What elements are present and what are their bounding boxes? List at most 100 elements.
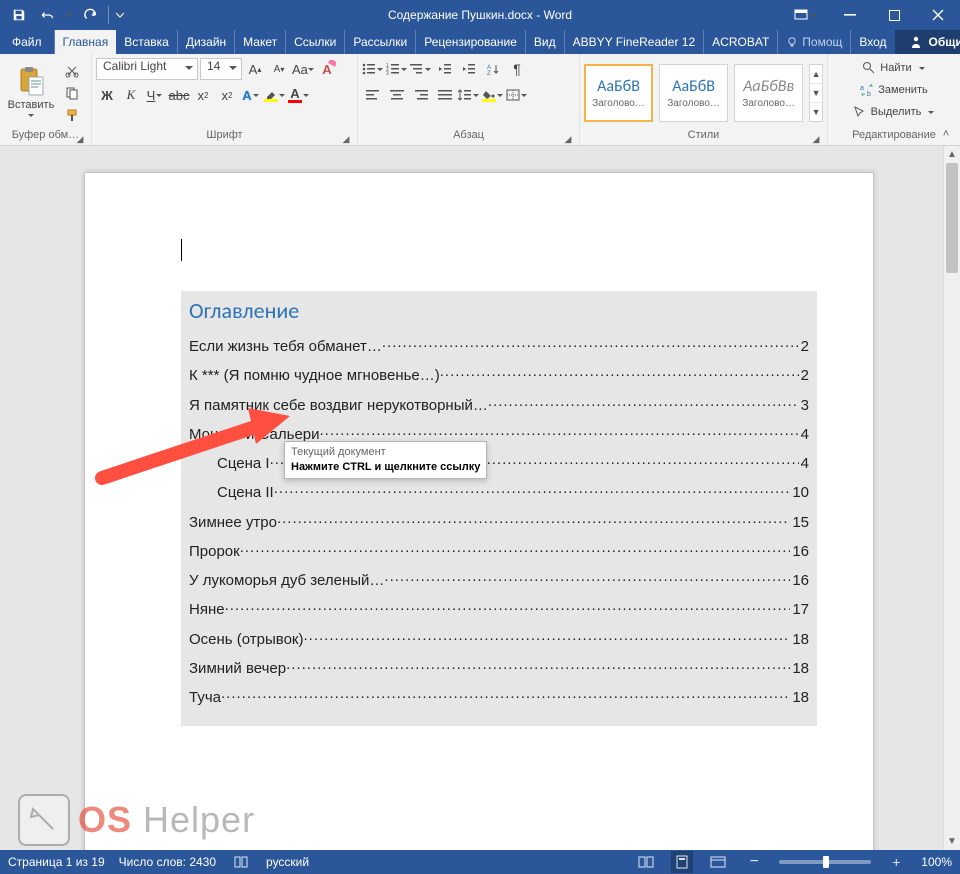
strike-button[interactable]: abc (168, 84, 190, 106)
close-button[interactable] (916, 0, 960, 30)
align-justify-button[interactable] (434, 84, 456, 106)
styles-gallery-scroll: ▲ ▼ ▼ (809, 64, 823, 122)
toc-entry[interactable]: Няне 17 (189, 595, 809, 624)
outdent-button[interactable] (434, 58, 456, 80)
vertical-scrollbar[interactable]: ▲ ▼ (943, 146, 960, 850)
shading-button[interactable] (482, 84, 504, 106)
styles-expand[interactable]: ▼ (810, 103, 822, 121)
para-launcher[interactable]: ◢ (563, 134, 573, 144)
cut-button[interactable] (62, 62, 82, 80)
styles-launcher[interactable]: ◢ (811, 134, 821, 144)
align-right-button[interactable] (410, 84, 432, 106)
toc-entry[interactable]: Зимнее утро 15 (189, 508, 809, 537)
toc-entry[interactable]: Зимний вечер 18 (189, 654, 809, 683)
style-card-2[interactable]: АаБбВвЗаголово… (734, 64, 803, 122)
toc-entry[interactable]: У лукоморья дуб зеленый… 16 (189, 566, 809, 595)
paste-button[interactable]: Вставить (4, 65, 58, 120)
tab-file[interactable]: Файл (0, 30, 55, 54)
replace-button[interactable]: abЗаменить (856, 80, 931, 100)
font-name-select[interactable]: Calibri Light (96, 58, 198, 80)
collapse-ribbon-button[interactable]: ˄ (938, 126, 954, 142)
clipboard-launcher[interactable]: ◢ (75, 134, 85, 144)
bullets-button[interactable] (362, 58, 384, 80)
status-language[interactable]: русский (266, 855, 309, 869)
scroll-up-button[interactable]: ▲ (944, 146, 960, 163)
bold-button[interactable]: Ж (96, 84, 118, 106)
toc-entry[interactable]: Пророк16 (189, 537, 809, 566)
toc-entry[interactable]: К *** (Я помню чудное мгновенье…)2 (189, 361, 809, 390)
show-marks-button[interactable]: ¶ (506, 58, 528, 80)
tell-me-button[interactable]: Помощ (778, 30, 851, 54)
multilevel-button[interactable] (410, 58, 432, 80)
font-launcher[interactable]: ◢ (341, 134, 351, 144)
styles-scroll-down[interactable]: ▼ (810, 84, 822, 103)
underline-button[interactable]: Ч (144, 84, 166, 106)
status-page[interactable]: Страница 1 из 19 (8, 855, 105, 869)
redo-button[interactable] (78, 3, 104, 27)
grow-font-button[interactable]: A▴ (244, 58, 266, 80)
indent-button[interactable] (458, 58, 480, 80)
change-case-button[interactable]: Aa (292, 58, 314, 80)
toc-entry[interactable]: Осень (отрывок) 18 (189, 625, 809, 654)
tab-mailings[interactable]: Рассылки (345, 30, 416, 54)
document-page[interactable]: Оглавление Если жизнь тебя обманет… 2К *… (84, 172, 874, 850)
web-layout-button[interactable] (707, 851, 729, 873)
style-card-1[interactable]: АаБбВЗаголово… (659, 64, 728, 122)
scroll-track[interactable] (944, 163, 960, 833)
select-button[interactable]: Выделить (849, 102, 940, 122)
zoom-out-button[interactable]: − (743, 851, 765, 873)
print-layout-button[interactable] (671, 851, 693, 873)
share-button[interactable]: Общий доступ (895, 30, 960, 54)
undo-button[interactable] (34, 3, 60, 27)
tab-finereader[interactable]: ABBYY FineReader 12 (565, 30, 705, 54)
find-button[interactable]: Найти (858, 58, 929, 78)
toc-field[interactable]: Оглавление Если жизнь тебя обманет… 2К *… (181, 291, 817, 726)
zoom-thumb[interactable] (823, 856, 829, 868)
qat-customize-button[interactable] (113, 3, 127, 27)
save-button[interactable] (6, 3, 32, 27)
borders-button[interactable] (506, 84, 528, 106)
book-icon (233, 855, 249, 869)
tab-insert[interactable]: Вставка (116, 30, 178, 54)
zoom-in-button[interactable]: + (885, 851, 907, 873)
tab-design[interactable]: Дизайн (178, 30, 235, 54)
tab-review[interactable]: Рецензирование (416, 30, 526, 54)
zoom-value[interactable]: 100% (921, 855, 952, 869)
line-spacing-button[interactable] (458, 84, 480, 106)
shrink-font-button[interactable]: A▾ (268, 58, 290, 80)
tab-home[interactable]: Главная (55, 30, 117, 54)
align-center-button[interactable] (386, 84, 408, 106)
spellcheck-button[interactable] (230, 851, 252, 873)
sort-button[interactable]: AZ (482, 58, 504, 80)
tab-view[interactable]: Вид (526, 30, 565, 54)
tab-acrobat[interactable]: ACROBAT (704, 30, 778, 54)
toc-entry[interactable]: Туча 18 (189, 683, 809, 712)
status-words[interactable]: Число слов: 2430 (119, 855, 216, 869)
scroll-down-button[interactable]: ▼ (944, 833, 960, 850)
numbering-button[interactable]: 123 (386, 58, 408, 80)
maximize-button[interactable] (872, 0, 916, 30)
format-painter-button[interactable] (62, 106, 82, 124)
read-mode-button[interactable] (635, 851, 657, 873)
italic-button[interactable]: К (120, 84, 142, 106)
sign-in-button[interactable]: Вход (851, 30, 894, 54)
copy-button[interactable] (62, 84, 82, 102)
tab-layout[interactable]: Макет (235, 30, 286, 54)
zoom-slider[interactable] (779, 860, 871, 864)
font-color-button[interactable]: A (288, 84, 310, 106)
ribbon-display-options-button[interactable] (784, 0, 828, 30)
subscript-button[interactable]: x2 (192, 84, 214, 106)
scroll-thumb[interactable] (946, 163, 958, 273)
clear-format-button[interactable]: A (316, 58, 338, 80)
text-effects-button[interactable]: A (240, 84, 262, 106)
toc-entry[interactable]: Если жизнь тебя обманет… 2 (189, 332, 809, 361)
highlight-button[interactable] (264, 84, 286, 106)
align-left-button[interactable] (362, 84, 384, 106)
font-size-select[interactable]: 14 (200, 58, 242, 80)
styles-scroll-up[interactable]: ▲ (810, 65, 822, 84)
style-card-0[interactable]: АаБбВЗаголово… (584, 64, 653, 122)
undo-more-button[interactable] (62, 3, 76, 27)
superscript-button[interactable]: x2 (216, 84, 238, 106)
tab-references[interactable]: Ссылки (286, 30, 345, 54)
minimize-button[interactable] (828, 0, 872, 30)
